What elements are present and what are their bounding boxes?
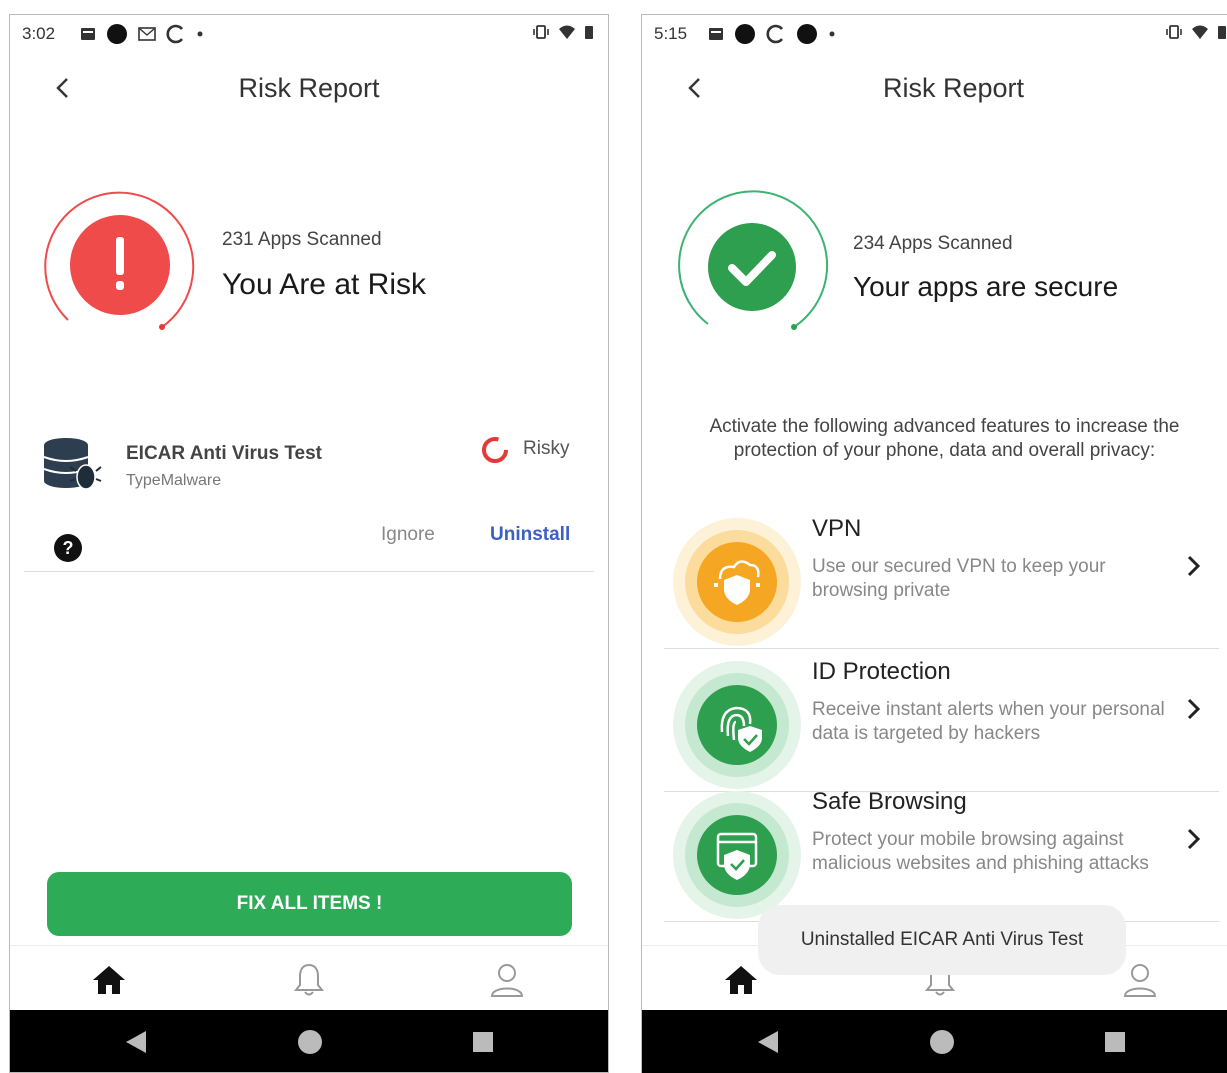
system-navigation-bar [642,1010,1227,1073]
secure-status-headline: Your apps are secure [853,271,1119,302]
dot-notification-icon [797,24,817,44]
feature-description: Protect your mobile browsing against mal… [812,829,1149,874]
system-back-icon[interactable] [124,1029,148,1055]
battery-icon [585,26,593,39]
risk-status-headline: You Are at Risk [222,268,427,301]
toast-message: Uninstalled EICAR Anti Virus Test [758,905,1126,975]
top-app-bar: Risk Report [642,65,1227,115]
risk-label: Risky [523,438,570,459]
system-home-icon[interactable] [928,1028,956,1056]
wifi-icon [559,25,575,39]
app-name: EICAR Anti Virus Test [126,443,323,464]
malware-database-bug-icon [43,438,102,490]
profile-icon[interactable] [1120,960,1160,1000]
app-threat-type: TypeMalware [126,472,222,489]
bell-icon[interactable] [289,960,329,1000]
uninstall-button[interactable]: Uninstall [490,524,570,546]
fingerprint-shield-icon [673,661,801,789]
small-dot-icon [197,31,203,37]
feature-name: Safe Browsing [812,788,967,815]
status-time: 5:15 [654,24,688,43]
feature-vpn[interactable]: VPN Use our secured VPN to keep your bro… [664,507,1219,649]
check-circle-icon [708,223,796,311]
sync-notification-icon [766,24,784,44]
notification-icons [80,23,204,45]
small-dot-icon [829,31,835,37]
app-risk-item[interactable]: EICAR Anti Virus Test TypeMalware Risky … [10,427,608,587]
vibrate-icon [533,25,549,39]
home-icon[interactable] [89,960,129,1000]
system-navigation-bar [10,1010,608,1072]
feature-description: Receive instant alerts when your persona… [812,699,1165,744]
mail-notification-icon [138,27,156,41]
ignore-button[interactable]: Ignore [381,524,435,546]
feature-name: VPN [812,515,862,542]
fix-all-items-button[interactable]: FIX ALL ITEMS ! [47,872,572,936]
profile-icon[interactable] [487,960,527,1000]
chevron-right-icon [1187,555,1201,577]
battery-icon [1218,26,1226,39]
risk-ring-icon [482,437,508,463]
notification-icons [708,23,836,45]
secure-gauge [678,190,829,330]
image-notification-icon [81,28,95,40]
page-title: Risk Report [882,73,1025,103]
top-app-bar: Risk Report [10,65,608,115]
risk-gauge [44,191,195,330]
vpn-cloud-shield-icon [673,518,801,646]
bottom-navigation [10,945,608,1010]
svg-text:?: ? [63,538,74,558]
chevron-right-icon [1187,698,1201,720]
system-status-icons [1165,24,1227,40]
system-home-icon[interactable] [296,1028,324,1056]
page-title: Risk Report [238,73,380,103]
system-status-icons [532,24,594,40]
divider [664,648,1219,649]
apps-scanned-count: 234 Apps Scanned [853,233,1013,254]
left-phone-screen: 3:02 Risk Report 231 Apps Scanned You Ar… [9,14,609,1073]
home-icon[interactable] [721,960,761,1000]
system-back-icon[interactable] [756,1029,780,1055]
right-phone-screen: 5:15 Risk Report 234 Apps Scanned Your a… [641,14,1227,1073]
features-intro-text: Activate the following advanced features… [709,416,1180,461]
system-recents-icon[interactable] [471,1030,495,1054]
divider [24,571,594,572]
image-notification-icon [709,28,723,40]
feature-name: ID Protection [812,658,951,685]
status-bar: 5:15 [642,15,1227,53]
browser-shield-icon [673,791,801,919]
system-recents-icon[interactable] [1103,1030,1127,1054]
wifi-icon [1192,25,1208,39]
help-icon[interactable]: ? [53,533,83,563]
chevron-right-icon [1187,828,1201,850]
apps-scanned-count: 231 Apps Scanned [222,229,382,250]
sync-notification-icon [166,24,184,44]
feature-safe-browsing[interactable]: Safe Browsing Protect your mobile browsi… [664,780,1219,922]
status-time: 3:02 [22,24,56,43]
dot-notification-icon [735,24,755,44]
feature-id-protection[interactable]: ID Protection Receive instant alerts whe… [664,650,1219,792]
feature-description: Use our secured VPN to keep your browsin… [812,556,1106,601]
status-bar: 3:02 [10,15,608,53]
dot-notification-icon [107,24,127,44]
vibrate-icon [1166,25,1182,39]
